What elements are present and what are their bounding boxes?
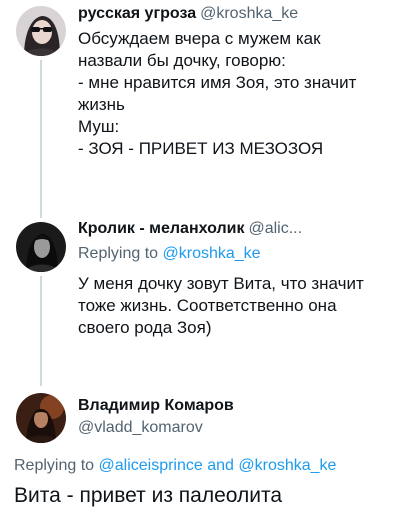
tweet3-handle-row: @vladd_komarov: [78, 418, 203, 438]
tweet3-name-row: Владимир Комаров: [78, 396, 234, 416]
tweet1-display-name[interactable]: русская угроза: [78, 5, 196, 22]
avatar-tweet2[interactable]: [16, 222, 66, 272]
tweet2-handle[interactable]: @alic...: [248, 220, 302, 237]
tweet2-line-2: тоже жизнь. Соответственно она: [78, 296, 337, 315]
tweet1-line-1: Обсуждаем вчера с мужем как: [78, 29, 321, 48]
tweet1-line-5: Муш:: [78, 117, 120, 136]
tweet3-mention-link-2[interactable]: @kroshka_ke: [238, 457, 336, 474]
tweet3-mention-link-1[interactable]: @aliceisprince: [99, 457, 203, 474]
tweet2-replying-prefix: Replying to: [78, 245, 159, 262]
tweet2-display-name[interactable]: Кролик - меланхолик: [78, 220, 244, 237]
tweet2-line-1: У меня дочку зовут Вита, что значит: [78, 274, 364, 293]
tweet3-replying-and: and: [207, 457, 234, 474]
tweet3-display-name[interactable]: Владимир Комаров: [78, 397, 234, 414]
tweet2-line-3: своего рода Зоя): [78, 318, 212, 337]
tweet2-replying-to: Replying to @kroshka_ke: [78, 244, 261, 264]
tweet1-line-4: жизнь: [78, 95, 125, 114]
tweet2-mention-link[interactable]: @kroshka_ke: [163, 245, 261, 262]
thread-connector-2: [40, 276, 42, 386]
avatar-tweet3[interactable]: [16, 393, 66, 443]
tweet2-text: У меня дочку зовут Вита, что значит тоже…: [78, 273, 364, 339]
tweet3-replying-to: Replying to @aliceisprince and @kroshka_…: [14, 456, 336, 476]
tweet1-line-2: назвали бы дочку, говорю:: [78, 51, 286, 70]
tweet1-line-3: - мне нравится имя Зоя, это значит: [78, 73, 357, 92]
tweet1-header: русская угроза @kroshka_ke: [78, 4, 298, 24]
tweet1-text: Обсуждаем вчера с мужем как назвали бы д…: [78, 28, 356, 160]
tweet3-text: Вита - привет из палеолита: [14, 484, 283, 507]
avatar-tweet1[interactable]: [16, 6, 66, 56]
tweet3-handle[interactable]: @vladd_komarov: [78, 419, 203, 436]
tweet1-line-6: - ЗОЯ - ПРИВЕТ ИЗ МЕЗОЗОЯ: [78, 139, 324, 158]
tweet3-replying-prefix: Replying to: [14, 457, 95, 474]
tweet1-handle[interactable]: @kroshka_ke: [200, 5, 298, 22]
tweet2-header: Кролик - меланхолик @alic...: [78, 219, 302, 239]
thread-view: русская угроза @kroshka_ke Обсуждаем вчер…: [0, 0, 404, 517]
thread-connector-1: [40, 60, 42, 218]
